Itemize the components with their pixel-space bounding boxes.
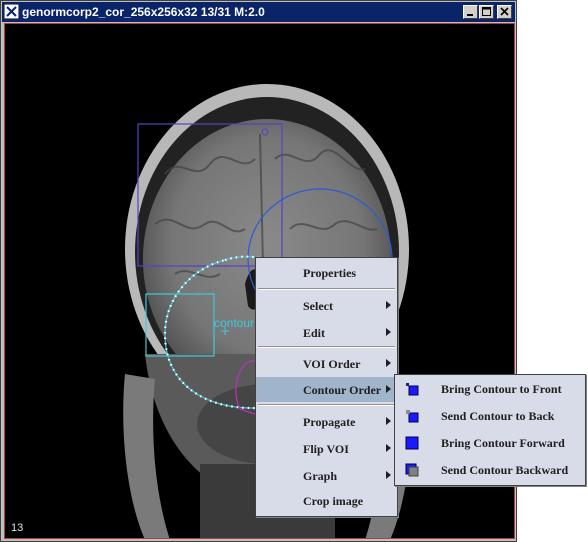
title-bar[interactable]: genormcorp2_cor_256x256x32 13/31 M:2.0 bbox=[2, 2, 515, 22]
bring-forward-icon bbox=[405, 436, 419, 450]
close-button[interactable] bbox=[497, 5, 512, 19]
submenu-item-send-to-back[interactable]: Send Contour to Back bbox=[395, 403, 585, 428]
submenu-item-send-backward[interactable]: Send Contour Backward bbox=[395, 457, 585, 482]
contour-label: contour1 bbox=[214, 316, 261, 330]
submenu-arrow-icon bbox=[386, 385, 391, 393]
submenu-item-label: Send Contour to Back bbox=[441, 409, 555, 423]
submenu-item-bring-to-front[interactable]: Bring Contour to Front bbox=[395, 376, 585, 401]
submenu-arrow-icon bbox=[386, 417, 391, 425]
slice-number: 13 bbox=[11, 522, 24, 534]
submenu-item-label: Bring Contour Forward bbox=[441, 436, 565, 450]
menu-item-propagate[interactable]: Propagate bbox=[256, 409, 397, 434]
minimize-button[interactable] bbox=[463, 5, 478, 19]
close-icon bbox=[500, 7, 509, 16]
menu-item-label: Propagate bbox=[303, 415, 356, 429]
menu-item-label: VOI Order bbox=[303, 357, 361, 371]
window-title: genormcorp2_cor_256x256x32 13/31 M:2.0 bbox=[22, 5, 265, 19]
maximize-icon bbox=[482, 7, 491, 16]
send-to-back-icon bbox=[406, 410, 419, 423]
menu-item-contour-order[interactable]: Contour Order bbox=[256, 377, 397, 402]
context-menu: Properties Select Edit VOI Order Contour… bbox=[255, 257, 398, 517]
menu-item-label: Edit bbox=[303, 326, 326, 340]
menu-separator bbox=[258, 288, 395, 290]
submenu-arrow-icon bbox=[386, 328, 391, 336]
maximize-button[interactable] bbox=[479, 5, 494, 19]
menu-item-voi-order[interactable]: VOI Order bbox=[256, 351, 397, 376]
menu-item-flip-voi[interactable]: Flip VOI bbox=[256, 436, 397, 461]
send-backward-icon bbox=[405, 463, 419, 477]
submenu-arrow-icon bbox=[386, 301, 391, 309]
menu-item-select[interactable]: Select bbox=[256, 293, 397, 318]
submenu-arrow-icon bbox=[386, 444, 391, 452]
submenu-arrow-icon bbox=[386, 471, 391, 479]
menu-item-label: Crop image bbox=[303, 494, 364, 508]
app-icon[interactable] bbox=[3, 3, 20, 20]
menu-item-label: Properties bbox=[303, 266, 357, 280]
menu-item-label: Flip VOI bbox=[303, 442, 349, 456]
menu-item-crop-image[interactable]: Crop image bbox=[256, 488, 397, 513]
menu-separator bbox=[258, 346, 395, 348]
menu-item-properties[interactable]: Properties bbox=[256, 260, 397, 285]
contour-order-submenu: Bring Contour to Front Send Contour to B… bbox=[394, 374, 586, 486]
submenu-arrow-icon bbox=[386, 359, 391, 367]
submenu-item-label: Send Contour Backward bbox=[441, 463, 569, 477]
menu-separator bbox=[258, 404, 395, 406]
menu-item-graph[interactable]: Graph bbox=[256, 463, 397, 488]
menu-item-edit[interactable]: Edit bbox=[256, 320, 397, 345]
menu-item-label: Contour Order bbox=[303, 383, 382, 397]
submenu-item-label: Bring Contour to Front bbox=[441, 382, 562, 396]
submenu-item-bring-forward[interactable]: Bring Contour Forward bbox=[395, 430, 585, 455]
bring-to-front-icon bbox=[406, 383, 419, 396]
minimize-icon bbox=[467, 14, 473, 16]
menu-item-label: Select bbox=[303, 299, 333, 313]
menu-item-label: Graph bbox=[303, 469, 338, 483]
